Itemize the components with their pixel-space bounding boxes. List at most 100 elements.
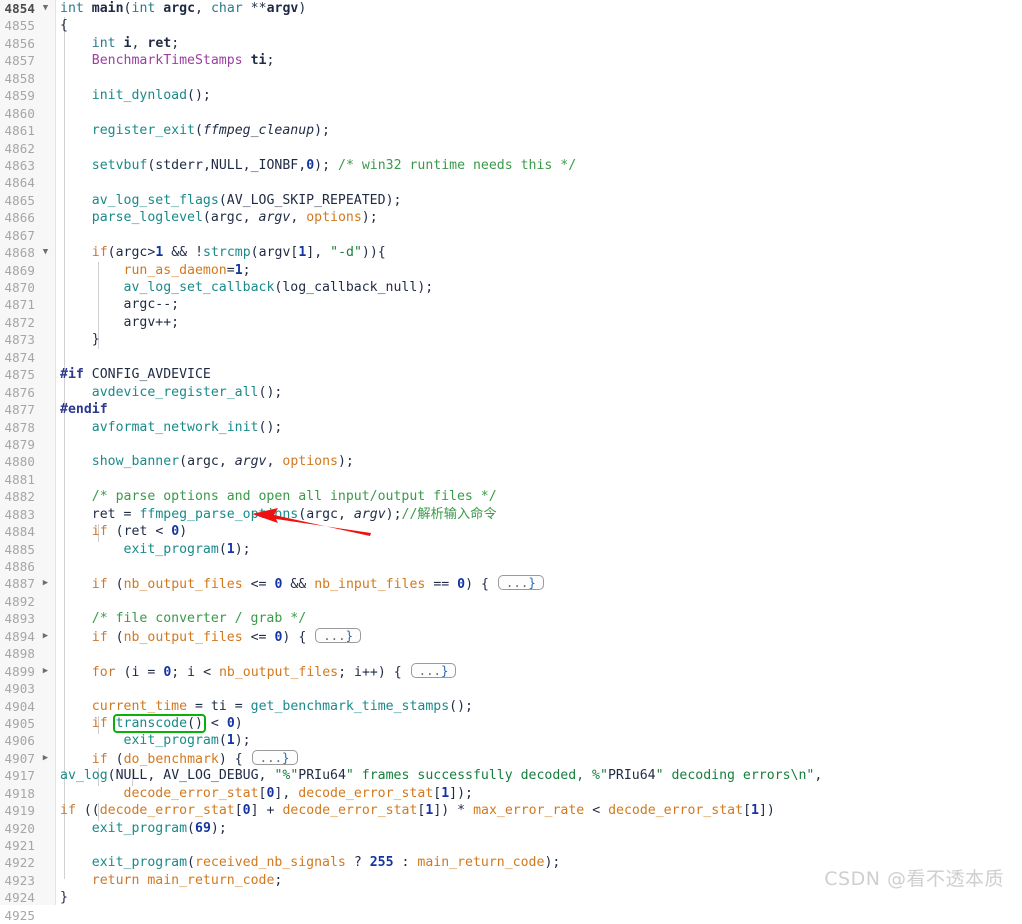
code-line[interactable] [56, 349, 1022, 366]
code-line[interactable]: register_exit(ffmpeg_cleanup); [56, 122, 1022, 139]
gutter-row: 4867 [0, 227, 55, 244]
code-line[interactable]: for (i = 0; i < nb_output_files; i++) { … [56, 662, 1022, 680]
fold-toggle-collapsed-icon[interactable] [40, 750, 51, 767]
line-number: 4860 [4, 105, 35, 121]
code-line[interactable] [56, 907, 1022, 924]
code-content[interactable]: int main(int argc, char **argv) { int i,… [56, 0, 1022, 905]
code-line[interactable]: ret = ffmpeg_parse_options(argc, argv);/… [56, 506, 1022, 523]
code-line[interactable]: BenchmarkTimeStamps ti; [56, 52, 1022, 69]
code-line[interactable] [56, 174, 1022, 191]
code-line[interactable]: current_time = ti = get_benchmark_time_s… [56, 698, 1022, 715]
code-line[interactable]: run_as_daemon=1; [56, 262, 1022, 279]
gutter-row: 4876 [0, 384, 55, 401]
code-line[interactable] [56, 70, 1022, 87]
folded-code-placeholder[interactable]: ...} [497, 575, 544, 591]
gutter-row: 4903 [0, 680, 55, 697]
code-line[interactable] [56, 140, 1022, 157]
code-line[interactable] [56, 645, 1022, 662]
fold-toggle-collapsed-icon[interactable] [40, 663, 51, 680]
gutter-row: 4862 [0, 140, 55, 157]
line-number: 4924 [4, 890, 35, 906]
gutter-row: 4883 [0, 506, 55, 523]
fold-toggle-expanded-icon[interactable] [40, 244, 51, 261]
fold-toggle-collapsed-icon[interactable] [40, 575, 51, 592]
code-line[interactable]: decode_error_stat[0], decode_error_stat[… [56, 785, 1022, 802]
csdn-watermark: CSDN @看不透本质 [824, 868, 1004, 890]
gutter-row: 4894 [0, 628, 55, 645]
gutter-row: 4917 [0, 767, 55, 784]
line-number: 4887 [4, 576, 35, 592]
code-line[interactable]: int main(int argc, char **argv) [56, 0, 1022, 17]
code-line[interactable]: av_log_set_flags(AV_LOG_SKIP_REPEATED); [56, 192, 1022, 209]
line-number: 4892 [4, 593, 35, 609]
gutter-row: 4878 [0, 419, 55, 436]
code-line[interactable]: if (do_benchmark) { ...} [56, 749, 1022, 767]
code-line[interactable]: #endif [56, 401, 1022, 418]
fold-toggle-expanded-icon[interactable] [40, 0, 51, 17]
line-number: 4877 [4, 402, 35, 418]
code-line[interactable] [56, 837, 1022, 854]
code-line[interactable]: if ((decode_error_stat[0] + decode_error… [56, 802, 1022, 819]
gutter-row: 4899 [0, 663, 55, 680]
code-line[interactable]: if(argc>1 && !strcmp(argv[1], "-d")){ [56, 244, 1022, 261]
code-line[interactable]: argv++; [56, 314, 1022, 331]
code-line[interactable]: exit_program(1); [56, 732, 1022, 749]
gutter-row: 4854 [0, 0, 55, 17]
highlighted-transcode-call[interactable]: transcode() [112, 713, 206, 733]
code-line[interactable]: /* parse options and open all input/outp… [56, 488, 1022, 505]
code-line[interactable]: exit_program(69); [56, 820, 1022, 837]
line-number: 4923 [4, 872, 35, 888]
gutter-row: 4860 [0, 105, 55, 122]
fold-toggle-collapsed-icon[interactable] [40, 628, 51, 645]
code-line[interactable]: av_log_set_callback(log_callback_null); [56, 279, 1022, 296]
folded-code-placeholder[interactable]: ...} [251, 749, 298, 765]
code-line[interactable]: if (nb_output_files <= 0 && nb_input_fil… [56, 575, 1022, 592]
gutter-row: 4872 [0, 314, 55, 331]
gutter-row: 4863 [0, 157, 55, 174]
gutter-row: 4873 [0, 331, 55, 348]
code-line[interactable]: int i, ret; [56, 35, 1022, 52]
code-editor[interactable]: 4854 4855 4856 4857 4858 4859 4860 4861 … [0, 0, 1022, 923]
line-number: 4921 [4, 838, 35, 853]
code-line[interactable] [56, 680, 1022, 697]
code-line[interactable]: setvbuf(stderr,NULL,_IONBF,0); /* win32 … [56, 157, 1022, 174]
code-line[interactable] [56, 436, 1022, 453]
gutter-row: 4919 [0, 802, 55, 819]
line-number: 4925 [4, 907, 35, 923]
line-number: 4903 [4, 681, 35, 697]
code-line[interactable]: avformat_network_init(); [56, 419, 1022, 436]
gutter-row: 4906 [0, 732, 55, 749]
gutter-row: 4855 [0, 17, 55, 34]
code-line[interactable]: /* file converter / grab */ [56, 610, 1022, 627]
folded-code-placeholder[interactable]: ...} [410, 662, 457, 678]
code-line[interactable]: avdevice_register_all(); [56, 384, 1022, 401]
code-line[interactable]: { [56, 17, 1022, 34]
code-line[interactable] [56, 471, 1022, 488]
code-line[interactable]: parse_loglevel(argc, argv, options); [56, 209, 1022, 226]
code-line[interactable]: if transcode() < 0) [56, 713, 1022, 733]
gutter-row: 4864 [0, 174, 55, 191]
code-line[interactable]: if (ret < 0) [56, 523, 1022, 540]
code-line[interactable]: } [56, 331, 1022, 348]
code-line[interactable]: show_banner(argc, argv, options); [56, 453, 1022, 470]
line-number: 4898 [4, 646, 35, 662]
gutter-row: 4892 [0, 593, 55, 610]
code-line[interactable]: av_log(NULL, AV_LOG_DEBUG, "%"PRIu64" fr… [56, 767, 1022, 784]
line-number: 4880 [4, 454, 35, 470]
code-line[interactable]: #if CONFIG_AVDEVICE [56, 366, 1022, 383]
code-line[interactable]: argc--; [56, 296, 1022, 313]
code-line[interactable] [56, 558, 1022, 575]
code-line[interactable] [56, 105, 1022, 122]
line-number: 4919 [4, 803, 35, 819]
gutter-row: 4882 [0, 488, 55, 505]
gutter-row: 4877 [0, 401, 55, 418]
code-line[interactable]: init_dynload(); [56, 87, 1022, 104]
folded-code-placeholder[interactable]: ...} [315, 627, 362, 643]
line-number: 4907 [4, 750, 35, 766]
code-line[interactable]: } [56, 889, 1022, 906]
code-line[interactable] [56, 593, 1022, 610]
code-line[interactable] [56, 227, 1022, 244]
code-line[interactable]: if (nb_output_files <= 0) { ...} [56, 627, 1022, 645]
line-number: 4872 [4, 314, 35, 330]
code-line[interactable]: exit_program(1); [56, 541, 1022, 558]
